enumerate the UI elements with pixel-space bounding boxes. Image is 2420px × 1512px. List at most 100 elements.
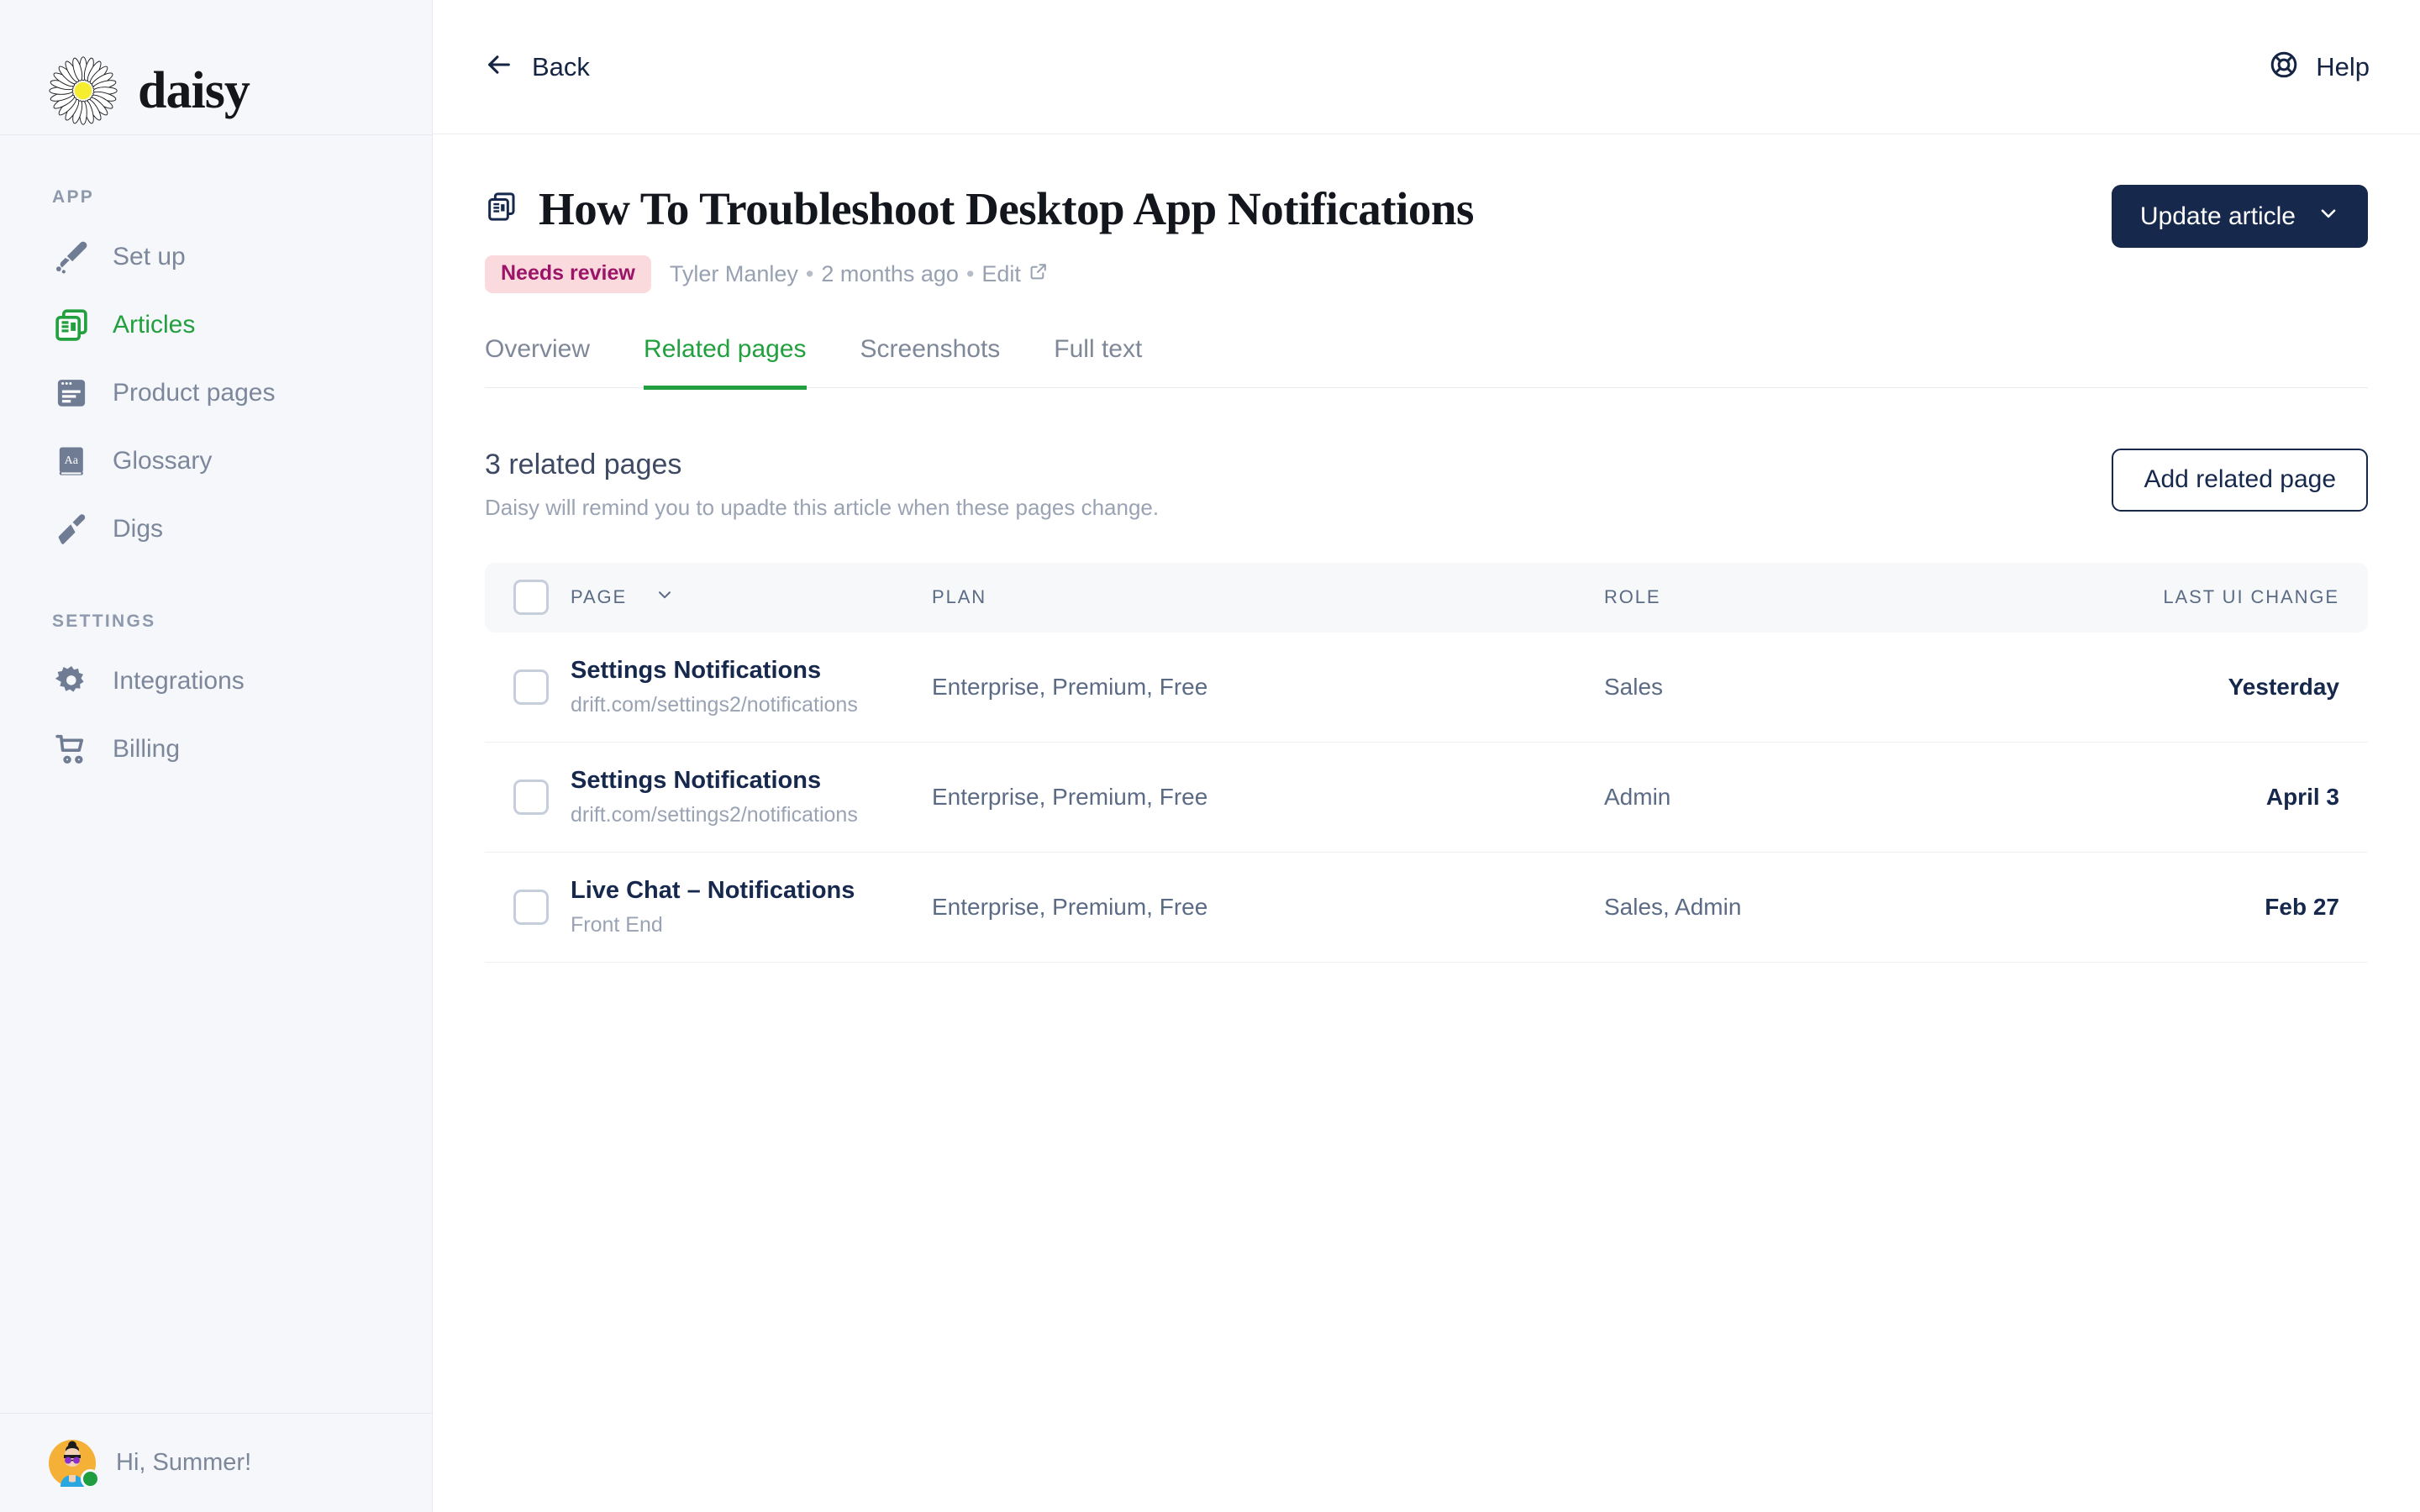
- row-select-cell: [513, 889, 571, 925]
- sidebar-item-label: Articles: [113, 310, 196, 339]
- help-button[interactable]: Help: [2269, 50, 2370, 84]
- status-online-dot: [81, 1468, 100, 1488]
- article-detail: How To Troubleshoot Desktop App Notifica…: [433, 134, 2420, 963]
- article-header-left: How To Troubleshoot Desktop App Notifica…: [485, 185, 1474, 293]
- sidebar-section-label-settings: SETTINGS: [52, 612, 156, 631]
- sidebar-section-label-app: APP: [52, 187, 95, 207]
- article-updated: 2 months ago: [821, 260, 959, 286]
- tab-screenshots[interactable]: Screenshots: [860, 335, 1001, 390]
- table-row[interactable]: Settings Notifications drift.com/setting…: [485, 633, 2368, 743]
- row-checkbox[interactable]: [513, 779, 549, 815]
- related-pages-description: Daisy will remind you to upadte this art…: [485, 494, 1160, 520]
- page-title-row: How To Troubleshoot Desktop App Notifica…: [485, 185, 1474, 234]
- eraser-icon: [52, 238, 91, 276]
- column-header-last-ui-change[interactable]: LAST UI CHANGE: [2087, 586, 2339, 608]
- row-plan: Enterprise, Premium, Free: [932, 893, 1208, 920]
- article-author: Tyler Manley: [669, 260, 798, 286]
- sidebar-item-billing[interactable]: Billing: [0, 715, 432, 783]
- arrow-left-icon: [485, 50, 513, 83]
- brand-name: daisy: [138, 61, 250, 119]
- daisy-flower-icon: [49, 55, 118, 125]
- avatar: [49, 1439, 100, 1488]
- table-row[interactable]: Settings Notifications drift.com/setting…: [485, 743, 2368, 853]
- browser-window-icon: [52, 374, 91, 412]
- user-greeting: Hi, Summer!: [116, 1449, 252, 1476]
- chevron-down-icon[interactable]: [655, 585, 674, 609]
- article-meta: Needs review Tyler Manley • 2 months ago…: [485, 255, 1474, 293]
- column-header-role[interactable]: ROLE: [1604, 586, 2087, 608]
- edit-link[interactable]: Edit: [981, 261, 1021, 287]
- row-page-title[interactable]: Live Chat – Notifications: [571, 877, 932, 905]
- sidebar-item-label: Billing: [113, 734, 181, 763]
- sidebar-item-label: Digs: [113, 514, 164, 543]
- row-select-cell: [513, 669, 571, 705]
- table-row[interactable]: Live Chat – Notifications Front End Ente…: [485, 853, 2368, 963]
- sidebar-item-glossary[interactable]: Aa Glossary: [0, 427, 432, 495]
- update-article-button[interactable]: Update article: [2111, 185, 2368, 248]
- row-plan: Enterprise, Premium, Free: [932, 783, 1208, 810]
- gear-icon: [52, 662, 91, 701]
- column-header-page-label: PAGE: [571, 586, 628, 608]
- related-pages-table: PAGE PLAN ROLE LAST UI CHANGE Settings N…: [485, 562, 2368, 963]
- sidebar-user-profile[interactable]: Hi, Summer!: [0, 1413, 432, 1512]
- tab-related-pages[interactable]: Related pages: [644, 335, 807, 390]
- sidebar-item-label: Product pages: [113, 378, 276, 407]
- row-role: Sales, Admin: [1604, 893, 1742, 920]
- related-pages-header: 3 related pages Daisy will remind you to…: [485, 448, 2368, 521]
- back-button[interactable]: Back: [485, 50, 590, 83]
- row-last-ui-change: Yesterday: [2228, 673, 2339, 700]
- row-page-title[interactable]: Settings Notifications: [571, 767, 932, 795]
- book-aa-icon: Aa: [52, 442, 91, 480]
- row-checkbox[interactable]: [513, 669, 549, 705]
- sidebar-section-app: APP Set up Articles Product pages Aa Glo…: [0, 187, 432, 563]
- row-last-ui-change: April 3: [2265, 783, 2339, 810]
- update-article-label: Update article: [2139, 202, 2296, 230]
- row-page-subtitle: drift.com/settings2/notifications: [571, 692, 858, 717]
- brand-logo[interactable]: daisy: [0, 0, 432, 134]
- sidebar-item-articles[interactable]: Articles: [0, 291, 432, 359]
- add-related-page-button[interactable]: Add related page: [2112, 448, 2368, 512]
- sidebar-divider: [0, 134, 432, 135]
- sidebar-section-settings: SETTINGS Integrations Billing: [0, 612, 432, 783]
- row-select-cell: [513, 779, 571, 815]
- column-header-page[interactable]: PAGE: [571, 585, 932, 609]
- row-page-title[interactable]: Settings Notifications: [571, 657, 932, 685]
- row-page-cell: Live Chat – Notifications Front End: [571, 877, 932, 937]
- article-header: How To Troubleshoot Desktop App Notifica…: [485, 134, 2368, 293]
- row-page-cell: Settings Notifications drift.com/setting…: [571, 657, 932, 717]
- table-header-row: PAGE PLAN ROLE LAST UI CHANGE: [485, 562, 2368, 633]
- select-all-checkbox[interactable]: [513, 580, 549, 616]
- tab-full-text[interactable]: Full text: [1054, 335, 1142, 390]
- chevron-down-icon: [2317, 202, 2339, 231]
- article-document-icon: [485, 190, 518, 228]
- app-root: daisy APP Set up Articles Product pages …: [0, 0, 2420, 1512]
- column-header-plan[interactable]: PLAN: [932, 586, 1604, 608]
- row-page-cell: Settings Notifications drift.com/setting…: [571, 767, 932, 827]
- row-role: Admin: [1604, 783, 1671, 810]
- shopping-cart-icon: [52, 730, 91, 769]
- back-label: Back: [532, 51, 590, 81]
- row-page-subtitle: drift.com/settings2/notifications: [571, 802, 858, 827]
- row-role: Sales: [1604, 673, 1664, 700]
- sidebar-item-integrations[interactable]: Integrations: [0, 647, 432, 715]
- articles-stack-icon: [52, 306, 91, 344]
- sidebar: daisy APP Set up Articles Product pages …: [0, 0, 433, 1512]
- meta-separator: •: [805, 260, 814, 286]
- external-link-icon[interactable]: [1028, 261, 1049, 287]
- main-content: Back Help How To Troubleshoot Desktop Ap…: [433, 0, 2420, 1512]
- sidebar-item-label: Integrations: [113, 666, 245, 695]
- article-tabs: Overview Related pages Screenshots Full …: [485, 335, 2368, 390]
- sidebar-item-digs[interactable]: Digs: [0, 495, 432, 563]
- row-last-ui-change: Feb 27: [2265, 893, 2339, 920]
- top-bar: Back Help: [433, 0, 2420, 134]
- select-all-cell: [513, 580, 571, 616]
- sidebar-item-product-pages[interactable]: Product pages: [0, 359, 432, 427]
- related-pages-count: 3 related pages: [485, 448, 682, 480]
- tab-overview[interactable]: Overview: [485, 335, 590, 390]
- sidebar-item-label: Glossary: [113, 446, 213, 475]
- row-checkbox[interactable]: [513, 889, 549, 925]
- sidebar-item-label: Set up: [113, 242, 186, 270]
- sidebar-item-set-up[interactable]: Set up: [0, 223, 432, 291]
- page-title: How To Troubleshoot Desktop App Notifica…: [539, 183, 1474, 234]
- trowel-icon: [52, 510, 91, 549]
